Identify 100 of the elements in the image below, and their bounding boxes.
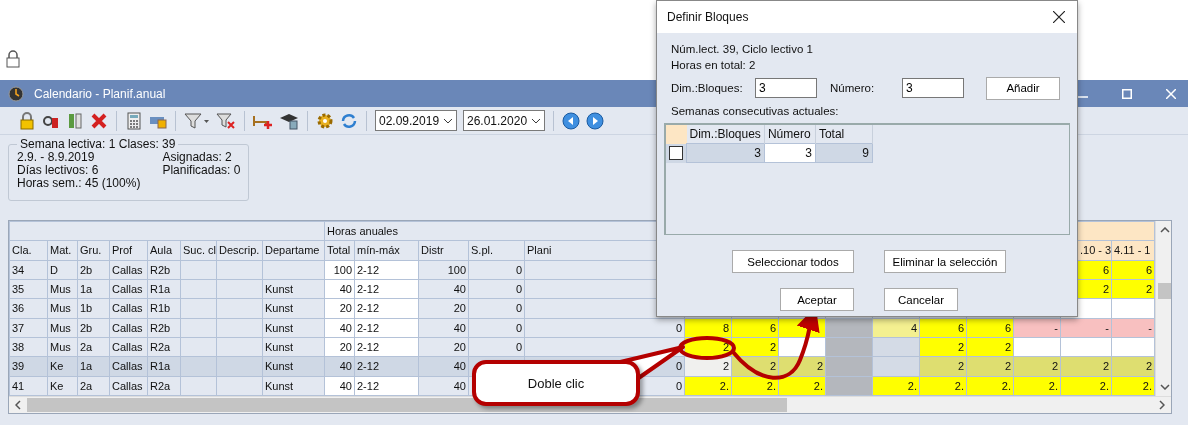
clear-selection-button[interactable]: Eliminar la selección <box>884 250 1006 273</box>
chevron-down-icon <box>531 117 541 124</box>
next-icon[interactable] <box>586 111 604 130</box>
calculator-icon[interactable] <box>125 111 143 130</box>
table-cell: 37 <box>9 318 48 338</box>
table-cell: Mus <box>47 337 78 357</box>
accept-button[interactable]: Aceptar <box>780 288 854 311</box>
table-cell: R2b <box>147 260 181 280</box>
lock-icon <box>6 50 20 68</box>
table-cell: R2b <box>147 318 181 338</box>
close-icon[interactable] <box>1053 11 1065 23</box>
checkbox[interactable] <box>669 146 683 160</box>
input-field[interactable]: 3 <box>755 78 817 98</box>
table-cell: Kunst <box>262 318 325 338</box>
filter-clear-icon[interactable] <box>216 111 236 130</box>
table-cell: R2a <box>147 376 181 396</box>
scroll-thumb[interactable] <box>1157 283 1171 299</box>
summary-text: Horas sem.: 45 (100%) <box>17 177 141 190</box>
table-cell: 2b <box>77 318 110 338</box>
table-cell: 0 <box>468 298 525 319</box>
summary-text: Días lectivos: 6 <box>17 164 100 177</box>
table-cell[interactable]: 3 <box>764 143 816 163</box>
table-cell: Callas <box>109 337 148 357</box>
column-header[interactable]: Gru. <box>77 240 110 261</box>
summary-title: Semana lectiva: 1 Clases: 39 <box>19 137 177 151</box>
summary-text: Planificadas: 0 <box>162 164 241 177</box>
lock-icon[interactable] <box>18 111 36 130</box>
date-field[interactable]: 26.01.2020 <box>463 110 545 131</box>
vertical-scrollbar[interactable] <box>1155 221 1171 397</box>
table-cell: Callas <box>109 376 148 396</box>
select-all-button[interactable]: Seleccionar todos <box>732 250 854 273</box>
info-text: Horas en total: 2 <box>671 58 757 73</box>
field-label: Número: <box>830 82 876 94</box>
filter-icon[interactable] <box>184 111 210 130</box>
table-cell: 0 <box>468 279 525 299</box>
chevron-down-icon[interactable] <box>1159 384 1170 391</box>
table-cell: Mus <box>47 318 78 338</box>
column-header[interactable]: Descrip. <box>216 240 263 261</box>
info-text: Núm.lect. 39, Ciclo lectivo 1 <box>671 42 814 57</box>
table-cell: 20 <box>418 337 469 357</box>
column-header[interactable]: Mat. <box>47 240 78 261</box>
column-header[interactable]: Total <box>324 240 355 261</box>
table-cell: 40 <box>418 318 469 338</box>
table-cell: 39 <box>9 356 48 377</box>
table-cell: D <box>47 260 78 280</box>
table-cell: Callas <box>109 298 148 319</box>
table-cell: Callas <box>109 279 148 299</box>
chevron-down-icon <box>443 117 453 124</box>
field-label: Dim.:Bloques: <box>671 82 744 94</box>
input-field[interactable]: 3 <box>902 78 964 98</box>
table-cell[interactable]: 9 <box>815 143 873 163</box>
column-header[interactable]: S.pl. <box>468 240 525 261</box>
table-cell: 35 <box>9 279 48 299</box>
column-header[interactable]: Prof <box>109 240 148 261</box>
table-cell: 20 <box>418 298 469 319</box>
summary-text: Asignadas: 2 <box>162 151 233 164</box>
table-cell[interactable]: 3 <box>686 143 765 163</box>
table-cell: 0 <box>468 337 525 357</box>
columns-icon[interactable] <box>66 111 84 130</box>
summary-text: 2.9. - 8.9.2019 <box>17 151 96 164</box>
table-cell: 0 <box>524 318 685 338</box>
table-cell: 40 <box>418 279 469 299</box>
previous-icon[interactable] <box>562 111 580 130</box>
window-title: Calendario - Planif.anual <box>34 86 166 101</box>
table-cell: 2a <box>77 337 110 357</box>
table-cell: Kunst <box>262 337 325 357</box>
table-cell: R1b <box>147 298 181 319</box>
column-header[interactable]: mín-máx <box>354 240 419 261</box>
table-cell: Callas <box>109 318 148 338</box>
horizontal-scrollbar[interactable] <box>9 396 1171 413</box>
table-cell: R2a <box>147 337 181 357</box>
chevron-right-icon[interactable] <box>1159 400 1165 411</box>
table-cell: 2b <box>77 260 110 280</box>
chevron-up-icon[interactable] <box>1159 227 1170 233</box>
table-cell: R1a <box>147 279 181 299</box>
table-cell: 38 <box>9 337 48 357</box>
column-header[interactable]: Distr <box>418 240 469 261</box>
highlight-ellipse <box>678 336 736 360</box>
column-header[interactable]: Departame <box>262 240 325 261</box>
table-cell: 100 <box>418 260 469 280</box>
column-header[interactable]: Aula <box>147 240 181 261</box>
chevron-left-icon[interactable] <box>15 400 21 411</box>
delete-icon[interactable] <box>90 111 108 130</box>
cancel-button[interactable]: Cancelar <box>884 288 958 311</box>
table-cell: Callas <box>109 260 148 280</box>
settings-icon[interactable] <box>316 111 334 130</box>
table-cell: 1b <box>77 298 110 319</box>
date-field[interactable]: 02.09.2019 <box>375 110 457 131</box>
table-cell: Kunst <box>262 376 325 396</box>
table-cell: 36 <box>9 298 48 319</box>
table-cell: Mus <box>47 279 78 299</box>
clock-icon <box>8 85 24 102</box>
maximize-icon[interactable] <box>1122 88 1132 99</box>
table-cell: Mus <box>47 298 78 319</box>
add-button[interactable]: Añadir <box>986 76 1060 100</box>
refresh-icon[interactable] <box>340 111 358 130</box>
column-header[interactable]: Cla. <box>9 240 48 261</box>
list-label: Semanas consecutivas actuales: <box>671 104 840 119</box>
column-header[interactable]: Suc. cl <box>180 240 217 261</box>
graduation-cap-icon[interactable] <box>279 111 299 130</box>
